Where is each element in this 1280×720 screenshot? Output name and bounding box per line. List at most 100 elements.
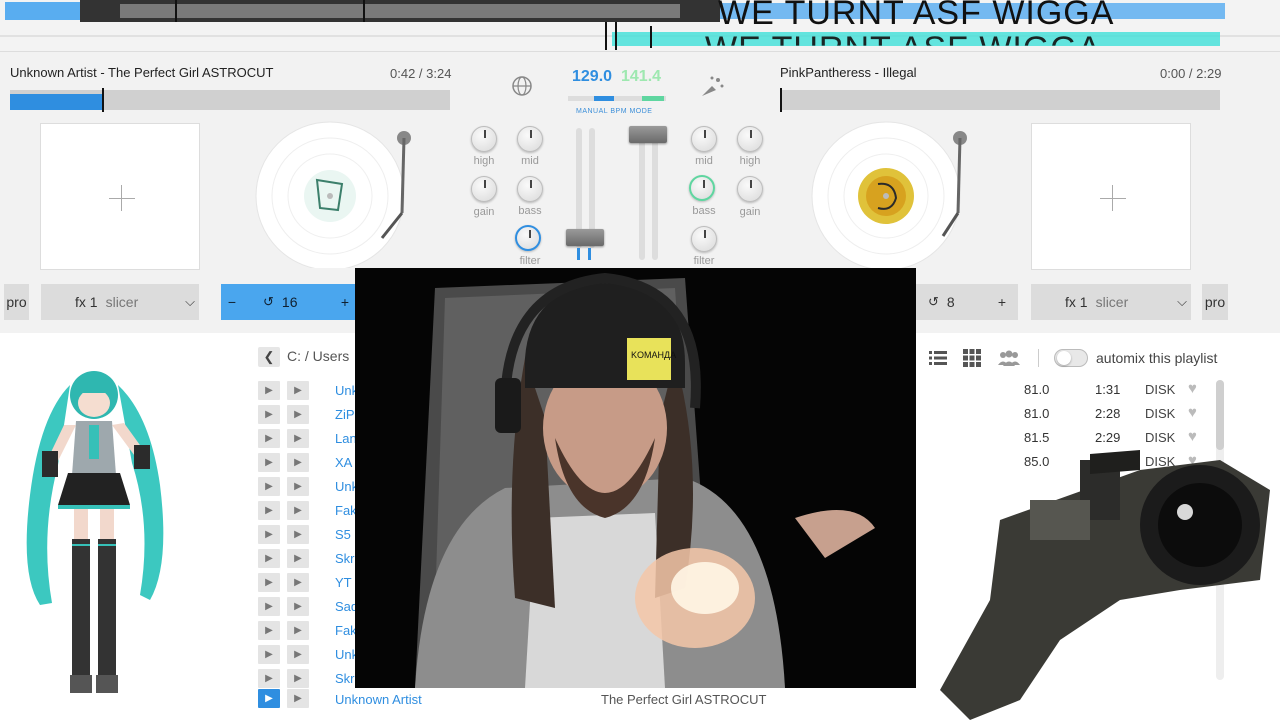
svg-text:KOMAHДA: KOMAHДA (631, 350, 676, 360)
right-fx-effect: slicer (1095, 294, 1129, 310)
row-queue-button[interactable]: ▶ (287, 501, 309, 520)
row-play-button[interactable]: ▶ (258, 549, 280, 568)
left-level-meter (577, 248, 591, 260)
left-bass-label: bass (518, 205, 542, 217)
right-pro-button[interactable]: pro (1202, 284, 1228, 320)
right-high-label: high (739, 155, 761, 167)
row-play-button[interactable]: ▶ (258, 453, 280, 472)
row-queue-button[interactable]: ▶ (287, 645, 309, 664)
row-queue-button[interactable]: ▶ (287, 549, 309, 568)
list-view-icon[interactable] (929, 350, 947, 366)
left-xy-pad[interactable] (40, 123, 200, 270)
right-bass-knob[interactable] (689, 175, 715, 201)
left-mid-knob[interactable] (517, 126, 543, 152)
community-icon[interactable] (997, 349, 1021, 367)
play-button[interactable]: ▶ (258, 689, 280, 708)
row-artist[interactable]: Unk (335, 383, 355, 398)
right-high-knob[interactable] (737, 126, 763, 152)
back-button[interactable]: ❮ (258, 347, 280, 367)
right-channel-fader-track[interactable] (639, 128, 645, 260)
row-play-button[interactable]: ▶ (258, 501, 280, 520)
pad-crosshair (1112, 185, 1113, 211)
heart-icon[interactable]: ♥ (1188, 404, 1197, 421)
right-mid-knob[interactable] (691, 126, 717, 152)
now-playing-artist[interactable]: Unknown Artist (335, 692, 535, 707)
left-loop-value: 16 (281, 294, 298, 310)
right-filter-knob[interactable] (691, 226, 717, 252)
automix-toggle[interactable] (1054, 349, 1088, 367)
right-loop-plus-button[interactable]: + (998, 294, 1006, 310)
toolbar-divider (1038, 349, 1039, 367)
row-artist[interactable]: ZiP (335, 407, 355, 422)
row-queue-button[interactable]: ▶ (287, 453, 309, 472)
row-play-button[interactable]: ▶ (258, 669, 280, 688)
left-high-knob[interactable] (471, 126, 497, 152)
grid-view-icon[interactable] (963, 349, 981, 367)
left-deck-track-title: Unknown Artist - The Perfect Girl ASTROC… (10, 65, 274, 80)
row-artist[interactable]: Fak (335, 503, 355, 518)
row-artist[interactable]: Unk (335, 647, 355, 662)
left-deck-time: 0:42 / 3:24 (390, 66, 452, 81)
loop-minus-button[interactable]: − (221, 294, 243, 310)
right-mid-label: mid (695, 155, 713, 167)
row-artist[interactable]: Skr (335, 671, 355, 686)
play-next-button[interactable]: ▶ (287, 689, 309, 708)
row-artist[interactable]: XA (335, 455, 355, 470)
row-play-button[interactable]: ▶ (258, 477, 280, 496)
right-gain-knob[interactable] (737, 176, 763, 202)
left-fx-label: fx 1 (75, 294, 98, 310)
sync-globe-icon[interactable] (508, 72, 536, 100)
right-fx-select[interactable]: fx 1 slicer ⌵ (1031, 284, 1191, 320)
left-deck-waveform[interactable] (10, 86, 450, 112)
row-queue-button[interactable]: ▶ (287, 573, 309, 592)
right-deck-track-title: PinkPantheress - Illegal (780, 65, 917, 80)
left-pro-label: pro (6, 294, 27, 310)
loop-plus-button[interactable]: + (341, 294, 349, 310)
left-gain-knob[interactable] (471, 176, 497, 202)
left-bass-knob[interactable] (517, 176, 543, 202)
row-artist[interactable]: Lan (335, 431, 355, 446)
bpm-display[interactable]: 129.0 (572, 68, 612, 86)
row-play-button[interactable]: ▶ (258, 645, 280, 664)
breadcrumb[interactable]: C: / Users (287, 348, 349, 364)
automix-label: automix this playlist (1096, 350, 1218, 366)
row-source: DISK (1145, 406, 1176, 421)
row-play-button[interactable]: ▶ (258, 429, 280, 448)
row-queue-button[interactable]: ▶ (287, 381, 309, 400)
row-play-button[interactable]: ▶ (258, 597, 280, 616)
row-artist[interactable]: S5 (335, 527, 355, 542)
now-playing-title[interactable]: The Perfect Girl ASTROCUT (601, 692, 766, 707)
right-bass-label: bass (692, 205, 716, 217)
row-artist[interactable]: Sad (335, 599, 355, 614)
row-queue-button[interactable]: ▶ (287, 477, 309, 496)
right-xy-pad[interactable] (1031, 123, 1191, 270)
fx-wand-icon[interactable] (698, 72, 726, 100)
row-queue-button[interactable]: ▶ (287, 429, 309, 448)
left-fx-select[interactable]: fx 1 slicer ⌵ (41, 284, 199, 320)
left-filter-knob[interactable] (515, 225, 541, 251)
right-deck-waveform[interactable] (780, 86, 1220, 112)
right-channel-fader-handle[interactable] (629, 126, 667, 143)
right-pro-label: pro (1204, 294, 1226, 310)
row-play-button[interactable]: ▶ (258, 525, 280, 544)
row-play-button[interactable]: ▶ (258, 573, 280, 592)
left-channel-fader-handle[interactable] (566, 229, 604, 246)
row-play-button[interactable]: ▶ (258, 621, 280, 640)
row-artist[interactable]: Skr (335, 551, 355, 566)
left-turntable[interactable] (252, 118, 422, 268)
row-queue-button[interactable]: ▶ (287, 405, 309, 424)
heart-icon[interactable]: ♥ (1188, 380, 1197, 397)
track-overview-strip[interactable]: WE TURNT ASF WIGGA WE TURNT ASF WIGGA (0, 0, 1280, 52)
stream-caption: WE TURNT ASF WIGGA (718, 0, 1115, 32)
row-queue-button[interactable]: ▶ (287, 597, 309, 616)
row-play-button[interactable]: ▶ (258, 405, 280, 424)
row-artist[interactable]: Fak (335, 623, 355, 638)
right-turntable[interactable] (808, 118, 978, 268)
row-artist[interactable]: Unk (335, 479, 355, 494)
row-queue-button[interactable]: ▶ (287, 525, 309, 544)
row-play-button[interactable]: ▶ (258, 381, 280, 400)
row-queue-button[interactable]: ▶ (287, 669, 309, 688)
left-pro-button[interactable]: pro (4, 284, 29, 320)
row-queue-button[interactable]: ▶ (287, 621, 309, 640)
row-artist[interactable]: YT (335, 575, 355, 590)
